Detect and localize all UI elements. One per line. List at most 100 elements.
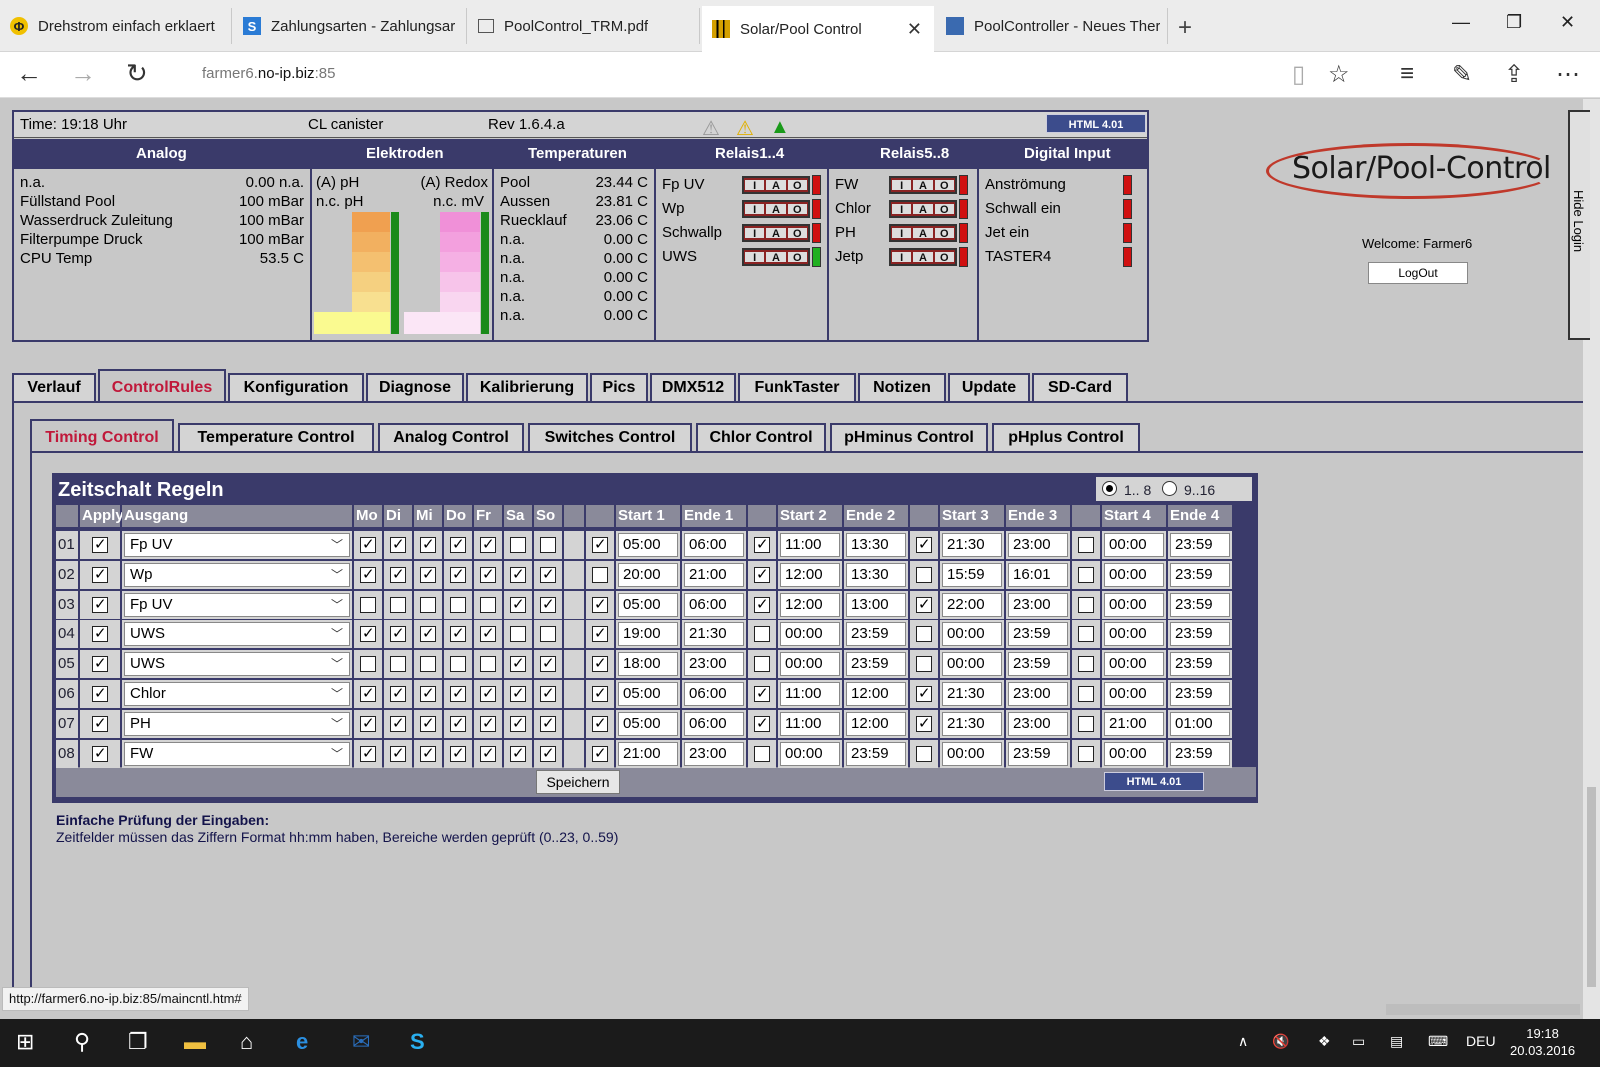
end-time-input[interactable]: 23:59 xyxy=(1170,592,1230,617)
time-enable-checkbox[interactable] xyxy=(1078,715,1094,732)
relay-iao-switch[interactable]: IAO xyxy=(889,200,957,218)
time-enable-checkbox[interactable] xyxy=(916,535,932,553)
apply-checkbox[interactable] xyxy=(92,714,108,732)
day-checkbox[interactable] xyxy=(420,565,436,583)
end-time-input[interactable]: 23:00 xyxy=(1008,533,1068,557)
end-time-input[interactable]: 23:00 xyxy=(684,652,744,677)
time-enable-checkbox[interactable] xyxy=(1078,626,1094,643)
start-time-input[interactable]: 11:00 xyxy=(780,711,840,736)
start-time-input[interactable]: 21:30 xyxy=(942,682,1002,706)
relay-iao-switch[interactable]: IAO xyxy=(889,176,957,194)
browser-tab[interactable]: Φ Drehstrom einfach erklaert xyxy=(0,8,232,44)
volume-muted-icon[interactable]: 🔇 xyxy=(1272,1033,1289,1050)
day-checkbox[interactable] xyxy=(420,714,436,732)
day-checkbox[interactable] xyxy=(420,596,436,613)
day-checkbox[interactable] xyxy=(510,565,526,583)
language-indicator[interactable]: DEU xyxy=(1466,1033,1496,1049)
browser-tab[interactable]: PoolController - Neues Ther xyxy=(936,8,1168,44)
start-time-input[interactable]: 11:00 xyxy=(780,533,840,557)
end-time-input[interactable]: 13:30 xyxy=(846,562,906,587)
start-time-input[interactable]: 15:59 xyxy=(942,562,1002,587)
start-time-input[interactable]: 00:00 xyxy=(1104,592,1164,617)
time-enable-checkbox[interactable] xyxy=(1078,656,1094,673)
relay-iao-switch[interactable]: IAO xyxy=(742,224,810,242)
day-checkbox[interactable] xyxy=(360,565,376,583)
start-time-input[interactable]: 05:00 xyxy=(618,592,678,617)
day-checkbox[interactable] xyxy=(450,744,466,762)
day-checkbox[interactable] xyxy=(510,684,526,702)
tab-phplus-control[interactable]: pHplus Control xyxy=(992,423,1140,451)
day-checkbox[interactable] xyxy=(390,684,406,702)
tab-funktaster[interactable]: FunkTaster xyxy=(738,373,856,401)
start-time-input[interactable]: 21:30 xyxy=(942,711,1002,736)
end-time-input[interactable]: 23:59 xyxy=(1170,622,1230,647)
battery-icon[interactable]: ▭ xyxy=(1352,1033,1365,1050)
day-checkbox[interactable] xyxy=(510,537,526,553)
time-enable-checkbox[interactable] xyxy=(754,626,770,643)
tab-konfiguration[interactable]: Konfiguration xyxy=(228,373,364,401)
start-time-input[interactable]: 00:00 xyxy=(942,741,1002,766)
ausgang-select[interactable]: Fp UV ﹀ xyxy=(124,592,350,617)
tab-pics[interactable]: Pics xyxy=(590,373,648,401)
day-checkbox[interactable] xyxy=(390,714,406,732)
day-checkbox[interactable] xyxy=(540,537,556,553)
day-checkbox[interactable] xyxy=(420,684,436,702)
start-time-input[interactable]: 21:30 xyxy=(942,533,1002,557)
start-time-input[interactable]: 18:00 xyxy=(618,652,678,677)
day-checkbox[interactable] xyxy=(480,656,496,673)
html-valid-badge[interactable]: HTML 4.01 xyxy=(1104,772,1204,791)
browser-tab-active[interactable]: Solar/Pool Control ✕ xyxy=(702,6,934,52)
end-time-input[interactable]: 23:59 xyxy=(846,652,906,677)
dropbox-icon[interactable]: ❖ xyxy=(1318,1033,1331,1050)
end-time-input[interactable]: 06:00 xyxy=(684,592,744,617)
save-button[interactable]: Speichern xyxy=(536,770,620,794)
logout-button[interactable]: LogOut xyxy=(1368,262,1468,284)
end-time-input[interactable]: 23:59 xyxy=(846,741,906,766)
share-icon[interactable]: ⇪ xyxy=(1504,60,1524,89)
day-checkbox[interactable] xyxy=(540,595,556,613)
day-checkbox[interactable] xyxy=(480,744,496,762)
tab-timing-control[interactable]: Timing Control xyxy=(30,419,174,451)
end-time-input[interactable]: 23:59 xyxy=(846,622,906,647)
day-checkbox[interactable] xyxy=(540,626,556,643)
time-enable-checkbox[interactable] xyxy=(754,565,770,583)
time-enable-checkbox[interactable] xyxy=(1078,566,1094,583)
start-time-input[interactable]: 00:00 xyxy=(1104,622,1164,647)
end-time-input[interactable]: 21:00 xyxy=(684,562,744,587)
end-time-input[interactable]: 23:59 xyxy=(1170,533,1230,557)
time-enable-checkbox[interactable] xyxy=(1078,537,1094,553)
day-checkbox[interactable] xyxy=(540,714,556,732)
time-enable-checkbox[interactable] xyxy=(754,714,770,732)
browser-tab[interactable]: S Zahlungsarten - Zahlungsar xyxy=(233,8,467,44)
range-radio-1-8[interactable] xyxy=(1102,481,1117,496)
time-enable-checkbox[interactable] xyxy=(1078,686,1094,702)
time-enable-checkbox[interactable] xyxy=(916,714,932,732)
time-enable-checkbox[interactable] xyxy=(916,566,932,583)
day-checkbox[interactable] xyxy=(360,684,376,702)
tab-sd-card[interactable]: SD-Card xyxy=(1032,373,1128,401)
time-enable-checkbox[interactable] xyxy=(1078,596,1094,613)
html-valid-badge[interactable]: HTML 4.01 xyxy=(1046,114,1146,133)
end-time-input[interactable]: 06:00 xyxy=(684,533,744,557)
time-enable-checkbox[interactable] xyxy=(592,744,608,762)
apply-checkbox[interactable] xyxy=(92,624,108,643)
relay-iao-switch[interactable]: IAO xyxy=(742,176,810,194)
ausgang-select[interactable]: UWS ﹀ xyxy=(124,652,350,677)
day-checkbox[interactable] xyxy=(360,596,376,613)
ausgang-select[interactable]: PH ﹀ xyxy=(124,711,350,736)
day-checkbox[interactable] xyxy=(420,624,436,643)
day-checkbox[interactable] xyxy=(360,656,376,673)
end-time-input[interactable]: 23:59 xyxy=(1170,741,1230,766)
start-time-input[interactable]: 05:00 xyxy=(618,711,678,736)
skype-icon[interactable]: S xyxy=(410,1029,425,1055)
apply-checkbox[interactable] xyxy=(92,744,108,762)
minimize-icon[interactable]: — xyxy=(1452,12,1470,33)
time-enable-checkbox[interactable] xyxy=(592,624,608,643)
file-explorer-icon[interactable]: ▬ xyxy=(184,1029,206,1055)
restore-icon[interactable]: ❐ xyxy=(1506,12,1522,33)
day-checkbox[interactable] xyxy=(390,656,406,673)
day-checkbox[interactable] xyxy=(480,535,496,553)
day-checkbox[interactable] xyxy=(480,624,496,643)
start-time-input[interactable]: 11:00 xyxy=(780,682,840,706)
close-window-icon[interactable]: ✕ xyxy=(1560,12,1575,33)
